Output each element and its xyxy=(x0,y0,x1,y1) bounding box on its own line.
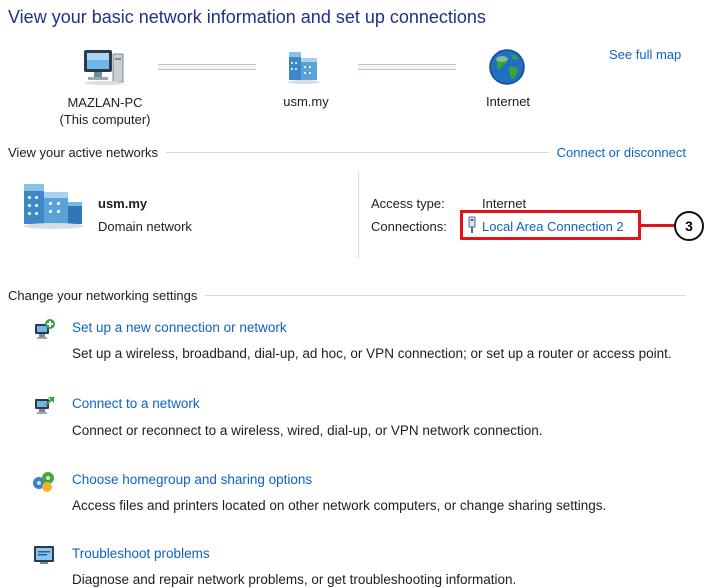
map-connector-left xyxy=(158,64,256,70)
connect-network-icon xyxy=(34,393,56,417)
network-map-label: usm.my xyxy=(283,94,329,109)
new-connection-icon xyxy=(34,318,56,342)
access-type-label: Access type: xyxy=(371,196,445,211)
callout-number: 3 xyxy=(685,218,693,234)
computer-label: MAZLAN-PC (This computer) xyxy=(55,94,155,128)
section-divider xyxy=(166,152,549,153)
settings-heading: Change your networking settings xyxy=(8,288,198,303)
internet-label: Internet xyxy=(485,94,531,109)
domain-network-icon xyxy=(22,180,88,230)
homegroup-sharing-desc: Access files and printers located on oth… xyxy=(72,498,607,513)
connect-to-network-desc: Connect or reconnect to a wireless, wire… xyxy=(72,423,543,438)
active-networks-heading: View your active networks xyxy=(8,145,159,160)
active-network-type: Domain network xyxy=(98,219,192,234)
computer-subtitle: (This computer) xyxy=(59,112,151,127)
homegroup-icon xyxy=(32,469,56,493)
section-divider xyxy=(205,295,686,296)
page-title: View your basic network information and … xyxy=(8,7,486,27)
computer-icon xyxy=(82,48,126,86)
active-network-name: usm.my xyxy=(98,196,148,211)
callout-number-badge: 3 xyxy=(674,211,704,241)
globe-icon xyxy=(487,47,527,87)
active-networks-header: View your active networks Connect or dis… xyxy=(8,145,686,160)
network-icon xyxy=(286,48,326,86)
setup-new-connection-link[interactable]: Set up a new connection or network xyxy=(72,320,287,335)
settings-header: Change your networking settings xyxy=(8,288,686,303)
map-connector-right xyxy=(358,64,456,70)
connections-label: Connections: xyxy=(371,219,447,234)
access-type-value: Internet xyxy=(482,196,527,211)
computer-name: MAZLAN-PC xyxy=(67,95,143,110)
troubleshoot-link[interactable]: Troubleshoot problems xyxy=(72,546,210,561)
local-area-connection-link[interactable]: Local Area Connection 2 xyxy=(482,219,624,234)
see-full-map-link[interactable]: See full map xyxy=(609,47,681,62)
connect-or-disconnect-link[interactable]: Connect or disconnect xyxy=(557,145,686,160)
troubleshoot-desc: Diagnose and repair network problems, or… xyxy=(72,572,517,587)
connect-to-network-link[interactable]: Connect to a network xyxy=(72,396,200,411)
network-details-divider xyxy=(358,172,359,258)
homegroup-sharing-link[interactable]: Choose homegroup and sharing options xyxy=(72,472,312,487)
callout-line xyxy=(641,224,675,227)
ethernet-icon xyxy=(466,216,478,234)
troubleshoot-icon xyxy=(33,544,55,566)
setup-new-connection-desc: Set up a wireless, broadband, dial-up, a… xyxy=(72,346,672,361)
